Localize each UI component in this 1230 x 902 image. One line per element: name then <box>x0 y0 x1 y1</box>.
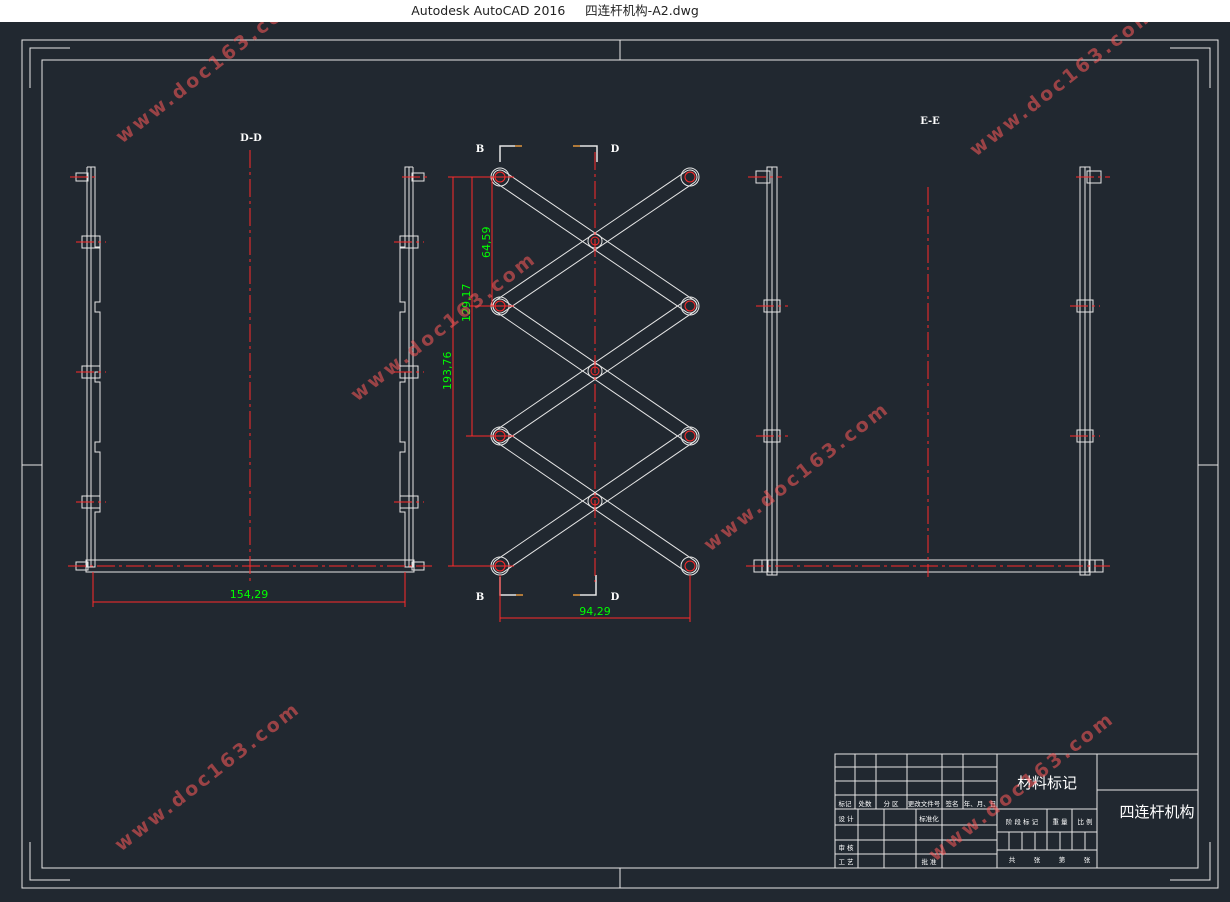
watermark-text: www.doc163.com <box>966 22 1160 161</box>
stage-cell: 比 例 <box>1077 817 1092 826</box>
window-title: Autodesk AutoCAD 2016 四连杆机构-A2.dwg <box>411 3 699 18</box>
watermarks: www.doc163.com www.doc163.com www.doc163… <box>111 22 1160 866</box>
left-post <box>86 166 101 568</box>
section-mark-b-bottom: B <box>476 592 484 603</box>
part-name: 四连杆机构 <box>1119 803 1194 821</box>
mid-label: 标准化 <box>919 814 939 823</box>
right-center-lines <box>746 176 1110 577</box>
sheet-cell: 张 <box>1084 855 1091 864</box>
sheet-cell: 第 <box>1059 855 1066 864</box>
stage-cell: 阶 段 标 记 <box>1006 817 1039 826</box>
right-view-label: E-E <box>920 116 940 127</box>
corner-mark-tr <box>1170 47 1211 88</box>
row-label: 工 艺 <box>838 858 854 866</box>
left-width-value: 154,29 <box>230 588 269 601</box>
title-block-sheet-row: 共 张 第 张 <box>1009 855 1091 864</box>
inner-border <box>41 59 1199 869</box>
corner-mark-bl <box>29 842 70 881</box>
drawing-canvas[interactable]: D-D 154,29 B D B D 64,59 129,17 193,76 9… <box>0 22 1230 902</box>
header-cell: 签名 <box>946 799 959 808</box>
stage-cell: 重 量 <box>1052 818 1068 826</box>
watermark-text: www.doc163.com <box>700 397 894 556</box>
sheet-cell: 张 <box>1034 855 1041 864</box>
section-mark-b-top: B <box>476 144 484 155</box>
watermark-text: www.doc163.com <box>111 697 305 856</box>
window-titlebar: Autodesk AutoCAD 2016 四连杆机构-A2.dwg <box>0 0 1230 22</box>
header-cell: 更改文件号 <box>908 799 941 808</box>
middle-width-value: 94,29 <box>579 605 611 618</box>
header-cell: 标记 <box>839 799 853 808</box>
dim-h1: 64,59 <box>480 227 493 259</box>
header-cell: 处数 <box>859 799 873 808</box>
right-view: E-E <box>746 116 1110 577</box>
title-block-header-row: 标记 处数 分 区 更改文件号 签名 年、月、日 <box>839 799 997 808</box>
corner-mark-tl <box>29 47 70 88</box>
row-label: 设 计 <box>838 814 854 823</box>
cad-drawing[interactable]: D-D 154,29 B D B D 64,59 129,17 193,76 9… <box>0 22 1230 902</box>
corner-mark-br <box>1170 842 1211 881</box>
left-view-label: D-D <box>240 133 262 144</box>
header-cell: 分 区 <box>883 799 899 808</box>
dim-h3: 193,76 <box>441 352 454 391</box>
watermark-text: www.doc163.com <box>112 22 306 148</box>
sheet-cell: 共 <box>1009 855 1016 864</box>
middle-view: B D B D 64,59 129,17 193,76 94,29 <box>441 144 700 622</box>
row-label: 审 核 <box>838 843 854 852</box>
section-mark-d-top: D <box>611 144 620 155</box>
title-block-stage-row: 阶 段 标 记 重 量 比 例 <box>1006 817 1093 826</box>
section-mark-d-bottom: D <box>611 592 620 603</box>
